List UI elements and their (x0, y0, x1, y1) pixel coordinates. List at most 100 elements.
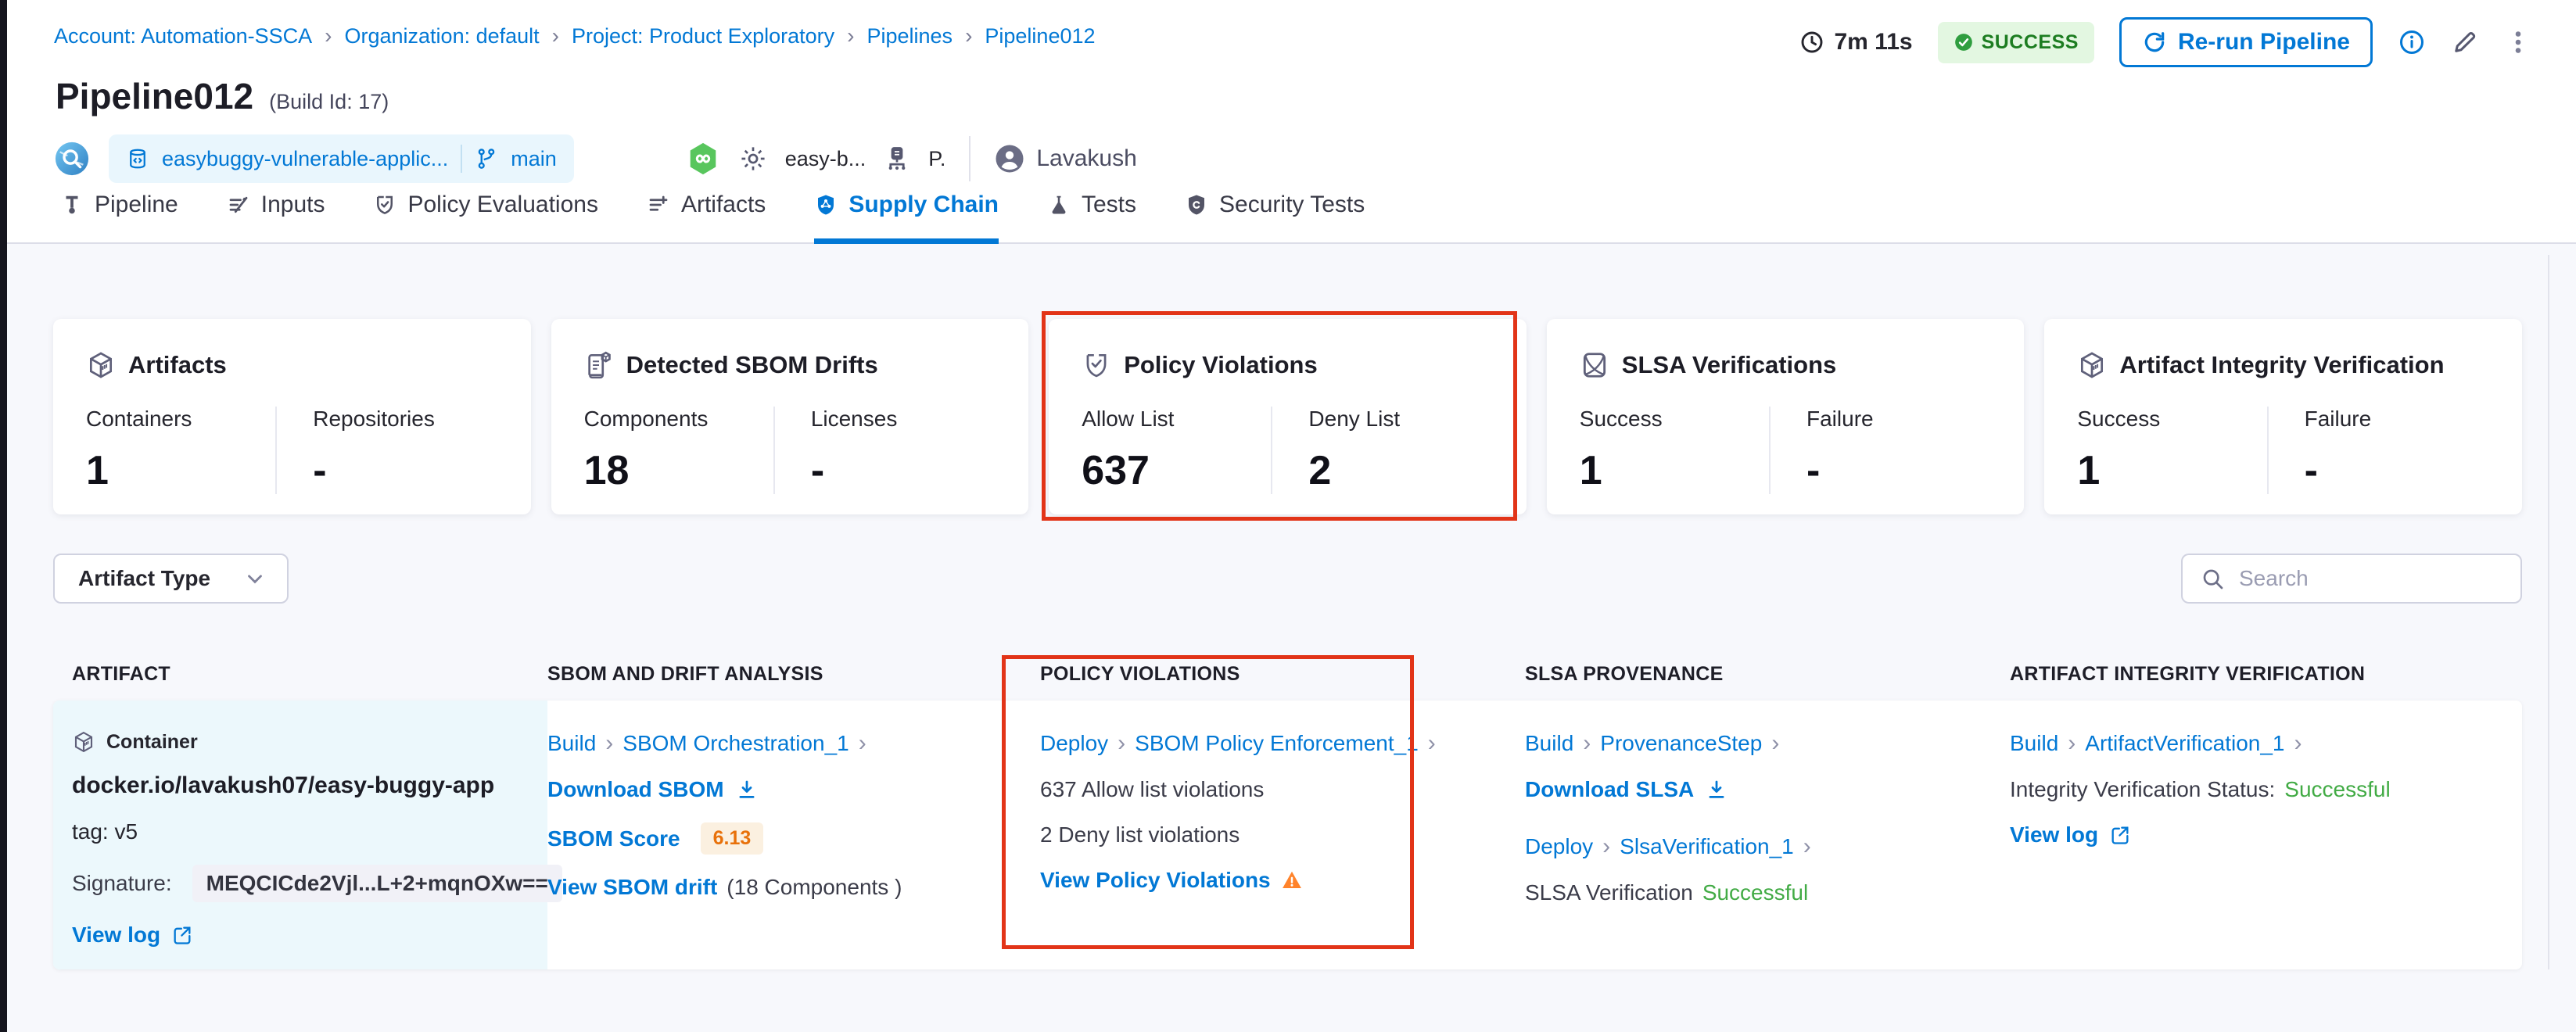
integrity-stage-link[interactable]: Build (2010, 731, 2058, 756)
integrity-status-value: Successful (2284, 777, 2390, 802)
download-sbom-link[interactable]: Download SBOM (547, 777, 759, 802)
sbom-step-link[interactable]: SBOM Orchestration_1 (622, 731, 849, 756)
shield-check-icon (1082, 350, 1111, 380)
summary-cards: Artifacts Containers 1 Repositories - De… (53, 319, 2522, 514)
tab-label: Tests (1082, 192, 1136, 218)
policy-cell: Deploy › SBOM Policy Enforcement_1 › 637… (1040, 701, 1525, 969)
avatar-icon (994, 143, 1025, 174)
cube-icon (2077, 350, 2107, 380)
supply-chain-icon (814, 193, 838, 217)
policy-step-link[interactable]: SBOM Policy Enforcement_1 (1135, 731, 1419, 756)
tab-artifacts[interactable]: Artifacts (647, 192, 766, 244)
artifact-cell: Container docker.io/lavakush07/easy-bugg… (53, 701, 547, 969)
stat-licenses: Licenses - (773, 407, 996, 494)
integrity-step-link[interactable]: ArtifactVerification_1 (2085, 731, 2284, 756)
connector-name: easy-b... (785, 147, 866, 171)
tab-inputs[interactable]: Inputs (227, 192, 325, 244)
artifact-type-select[interactable]: Artifact Type (53, 554, 289, 604)
rerun-pipeline-button[interactable]: Re-run Pipeline (2119, 17, 2373, 67)
view-log-link[interactable]: View log (72, 923, 193, 948)
tab-tests[interactable]: Tests (1047, 192, 1136, 244)
slsa-icon (1580, 350, 1609, 380)
stat-repositories: Repositories - (275, 407, 497, 494)
sbom-score-link[interactable]: SBOM Score (547, 826, 680, 851)
repository-icon (126, 147, 149, 170)
stage-short-label: P. (928, 147, 945, 171)
cube-icon (86, 350, 116, 380)
search-input[interactable] (2237, 565, 2523, 592)
breadcrumb-project[interactable]: Project: Product Exploratory (572, 24, 834, 48)
repo-branch-chip[interactable]: easybuggy-vulnerable-applic... main (109, 134, 574, 183)
title-row: Pipeline012 (Build Id: 17) (56, 75, 389, 117)
stat-integrity-failure: Failure - (2267, 407, 2489, 494)
stat-components: Components 18 (584, 407, 773, 494)
view-policy-violations-link[interactable]: View Policy Violations (1040, 868, 1271, 893)
slsa-cell: Build › ProvenanceStep › Download SLSA D… (1525, 701, 2010, 969)
stage-icon (883, 145, 911, 173)
chevron-right-icon: › (552, 23, 559, 48)
warning-triangle-icon (1280, 869, 1304, 892)
slsa-stage1-link[interactable]: Build (1525, 731, 1573, 756)
card-title: Artifact Integrity Verification (2119, 351, 2444, 379)
artifact-type-label: Artifact Type (78, 566, 210, 591)
chip-divider (461, 145, 462, 173)
card-title: SLSA Verifications (1622, 351, 1837, 379)
integrity-status-label: Integrity Verification Status: (2010, 777, 2275, 802)
ci-hexagon-icon (685, 141, 721, 177)
chevron-right-icon: › (1602, 833, 1610, 860)
sbom-stage-link[interactable]: Build (547, 731, 596, 756)
duration-text: 7m 11s (1834, 29, 1912, 56)
artifacts-icon (647, 193, 670, 217)
chevron-right-icon: › (1118, 730, 1125, 757)
security-tests-icon (1185, 193, 1208, 217)
check-circle-icon (1954, 32, 1974, 52)
view-log-link[interactable]: View log (2010, 822, 2131, 847)
card-policy-violations: Policy Violations Allow List 637 Deny Li… (1049, 319, 1527, 514)
tab-pipeline[interactable]: Pipeline (60, 192, 178, 244)
breadcrumb-pipelines[interactable]: Pipelines (866, 24, 953, 48)
chevron-right-icon: › (859, 730, 866, 757)
slsa-step2-link[interactable]: SlsaVerification_1 (1620, 834, 1794, 859)
slsa-step1-link[interactable]: ProvenanceStep (1600, 731, 1762, 756)
breadcrumb-account[interactable]: Account: Automation-SSCA (54, 24, 312, 48)
chevron-right-icon: › (965, 23, 972, 48)
collapsed-nav-rail (0, 0, 7, 1032)
signature-value: MEQCICde2Vjl...L+2+mqnOXw== (192, 865, 562, 902)
stat-integrity-success: Success 1 (2077, 407, 2266, 494)
gear-icon (738, 144, 768, 174)
stat-deny-list: Deny List 2 (1271, 407, 1493, 494)
vertical-divider (969, 136, 970, 181)
chevron-down-icon (243, 567, 267, 590)
tab-supply-chain[interactable]: Supply Chain (814, 192, 999, 244)
inputs-icon (227, 193, 250, 217)
git-branch-icon (475, 147, 498, 170)
policy-stage-link[interactable]: Deploy (1040, 731, 1108, 756)
breadcrumb-pipeline[interactable]: Pipeline012 (985, 24, 1095, 48)
stat-allow-list: Allow List 637 (1082, 407, 1271, 494)
slsa-stage2-link[interactable]: Deploy (1525, 834, 1593, 859)
card-slsa-verifications: SLSA Verifications Success 1 Failure - (1547, 319, 2025, 514)
kebab-menu-icon[interactable] (2504, 28, 2532, 56)
edit-pencil-icon[interactable] (2451, 28, 2479, 56)
download-slsa-link[interactable]: Download SLSA (1525, 777, 1728, 802)
deny-list-violations: 2 Deny list violations (1040, 822, 1240, 847)
tab-policy-evaluations[interactable]: Policy Evaluations (373, 192, 597, 244)
tab-security-tests[interactable]: Security Tests (1185, 192, 1365, 244)
external-link-icon (171, 924, 193, 946)
chevron-right-icon: › (2068, 730, 2076, 757)
breadcrumb-organization[interactable]: Organization: default (345, 24, 540, 48)
artifact-tag: tag: v5 (72, 819, 524, 844)
view-sbom-drift-link[interactable]: View SBOM drift (547, 875, 717, 900)
tab-label: Policy Evaluations (407, 192, 597, 218)
signature-label: Signature: (72, 871, 172, 896)
page-title: Pipeline012 (56, 75, 253, 117)
execution-duration: 7m 11s (1799, 29, 1912, 56)
chevron-right-icon: › (605, 730, 613, 757)
user-name: Lavakush (1036, 145, 1136, 172)
stat-containers: Containers 1 (86, 407, 275, 494)
artifact-image-name: docker.io/lavakush07/easy-buggy-app (72, 772, 524, 799)
tab-label: Security Tests (1219, 192, 1365, 218)
info-icon[interactable] (2398, 28, 2426, 56)
chevron-right-icon: › (2294, 730, 2302, 757)
artifact-type-badge: Container (106, 731, 198, 754)
